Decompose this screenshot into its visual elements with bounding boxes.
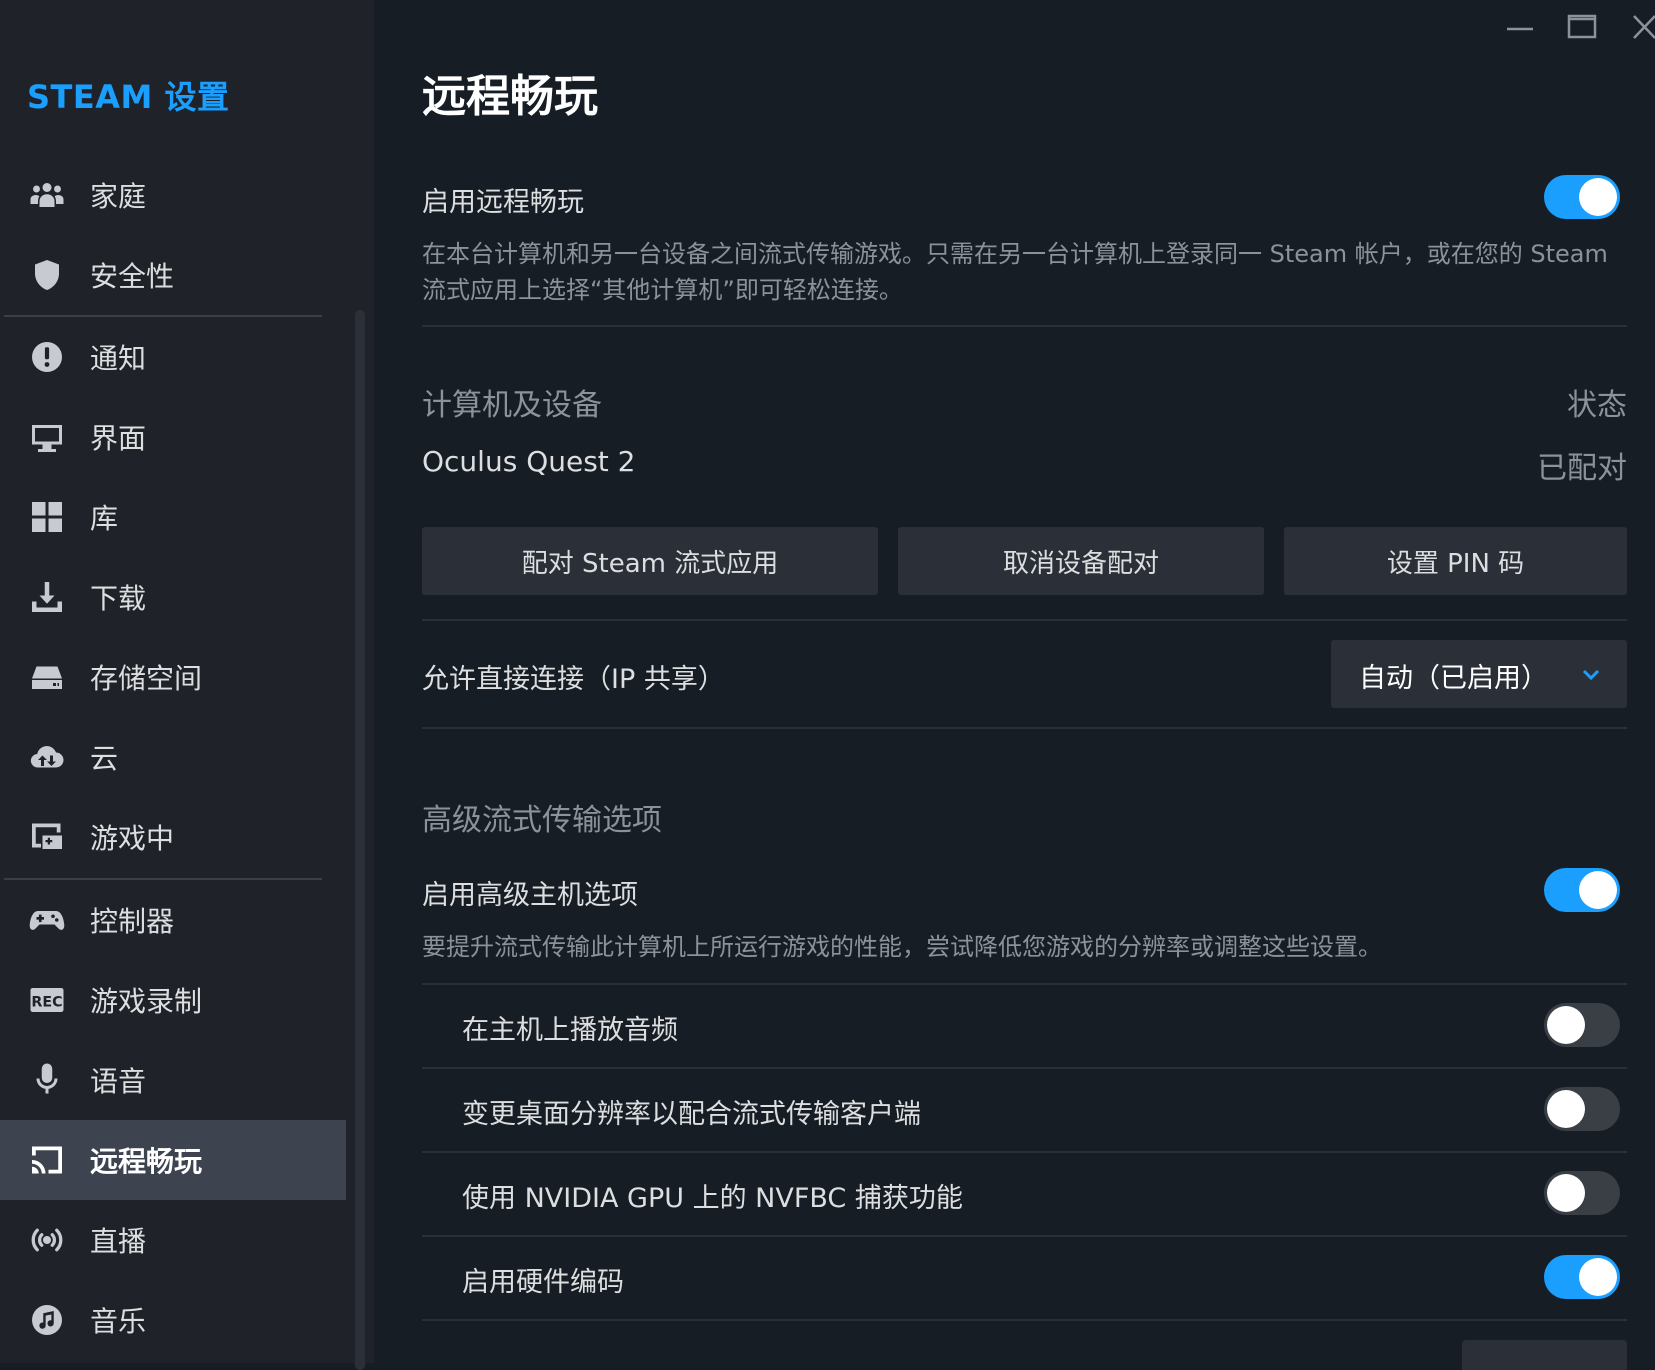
toggle-knob (1579, 871, 1617, 909)
direct-connect-label: 允许直接连接（IP 共享） (422, 664, 725, 695)
cloud-icon (27, 737, 67, 777)
sidebar-item-label: 云 (90, 742, 119, 775)
controller-icon (27, 900, 67, 940)
sidebar-item-label: 音乐 (90, 1305, 147, 1338)
advanced-host-options-toggle[interactable] (1544, 868, 1620, 912)
settings-sidebar: STEAM 设置 家庭 安全性 通知 界面 库 下载 存储空间 云 游戏中 控制… (0, 0, 374, 1370)
option-divider (422, 1319, 1627, 1321)
advanced-host-options-description: 要提升流式传输此计算机上所运行游戏的性能，尝试降低您游戏的分辨率或调整这些设置。 (422, 933, 1382, 961)
unpair-device-button[interactable]: 取消设备配对 (898, 527, 1264, 595)
partially-visible-dropdown[interactable] (1462, 1340, 1627, 1370)
option-divider (422, 983, 1627, 985)
in-game-icon (27, 817, 67, 857)
chevron-down-icon (1579, 662, 1603, 686)
family-icon (27, 175, 67, 215)
set-pin-button[interactable]: 设置 PIN 码 (1284, 527, 1627, 595)
rec-icon: REC (27, 980, 67, 1020)
sidebar-item-label: 下载 (90, 582, 147, 615)
library-grid-icon (27, 497, 67, 537)
toggle-knob (1547, 1174, 1585, 1212)
status-column-header: 状态 (1567, 388, 1627, 423)
play-audio-on-host-toggle[interactable] (1544, 1003, 1620, 1047)
device-name: Oculus Quest 2 (422, 445, 636, 478)
sidebar-item-security[interactable]: 安全性 (0, 235, 346, 315)
direct-connect-dropdown[interactable]: 自动（已启用） (1331, 640, 1627, 708)
sidebar-item-label: 游戏录制 (90, 985, 203, 1018)
monitor-icon (27, 417, 67, 457)
toggle-knob (1579, 1258, 1617, 1296)
sidebar-item-label: 控制器 (90, 905, 175, 938)
sidebar-item-label: 直播 (90, 1225, 147, 1258)
advanced-section-header: 高级流式传输选项 (422, 803, 662, 838)
hardware-encoding-label: 启用硬件编码 (462, 1267, 624, 1298)
toggle-knob (1547, 1090, 1585, 1128)
change-desktop-resolution-toggle[interactable] (1544, 1087, 1620, 1131)
toggle-knob (1547, 1006, 1585, 1044)
sidebar-scrollbar[interactable] (355, 310, 365, 1370)
sidebar-title: STEAM 设置 (27, 78, 230, 116)
sidebar-item-family[interactable]: 家庭 (0, 155, 346, 235)
change-desktop-resolution-label: 变更桌面分辨率以配合流式传输客户端 (462, 1099, 921, 1130)
enable-remote-play-description: 在本台计算机和另一台设备之间流式传输游戏。只需在另一台计算机上登录同一 Stea… (422, 240, 1608, 304)
sidebar-item-game-recording[interactable]: REC 游戏录制 (0, 960, 346, 1040)
sidebar-item-label: 语音 (90, 1065, 147, 1098)
enable-remote-play-toggle[interactable] (1544, 175, 1620, 219)
hardware-encoding-toggle[interactable] (1544, 1255, 1620, 1299)
toggle-knob (1579, 178, 1617, 216)
sidebar-item-voice[interactable]: 语音 (0, 1040, 346, 1120)
dropdown-value: 自动（已启用） (1359, 663, 1548, 694)
music-icon (27, 1300, 67, 1340)
sidebar-item-label: 存储空间 (90, 662, 203, 695)
nvfbc-capture-label: 使用 NVIDIA GPU 上的 NVFBC 捕获功能 (462, 1183, 963, 1214)
broadcast-icon (27, 1220, 67, 1260)
sidebar-item-broadcast[interactable]: 直播 (0, 1200, 346, 1280)
sidebar-item-label: 游戏中 (90, 822, 175, 855)
sidebar-item-label: 通知 (90, 342, 147, 375)
sidebar-item-label: 远程畅玩 (90, 1145, 203, 1178)
option-divider (422, 1067, 1627, 1069)
sidebar-item-label: 界面 (90, 422, 147, 455)
sidebar-item-label: 库 (90, 502, 119, 535)
enable-remote-play-label: 启用远程畅玩 (422, 187, 584, 218)
device-status: 已配对 (1537, 451, 1627, 486)
shield-icon (27, 255, 67, 295)
storage-drive-icon (27, 657, 67, 697)
remote-play-settings: 远程畅玩 启用远程畅玩 在本台计算机和另一台设备之间流式传输游戏。只需在另一台计… (422, 0, 1627, 1370)
section-divider (422, 619, 1627, 621)
sidebar-item-remote-play[interactable]: 远程畅玩 (0, 1120, 346, 1200)
sidebar-item-label: 安全性 (90, 260, 175, 293)
microphone-icon (27, 1060, 67, 1100)
sidebar-item-interface[interactable]: 界面 (0, 397, 346, 477)
option-divider (422, 1151, 1627, 1153)
sidebar-item-cloud[interactable]: 云 (0, 717, 346, 797)
devices-section-header: 计算机及设备 (422, 388, 602, 423)
sidebar-item-label: 家庭 (90, 180, 147, 213)
remote-play-icon (27, 1140, 67, 1180)
sidebar-item-music[interactable]: 音乐 (0, 1280, 346, 1360)
sidebar-item-library[interactable]: 库 (0, 477, 346, 557)
sidebar-item-controller[interactable]: 控制器 (0, 880, 346, 960)
nvfbc-capture-toggle[interactable] (1544, 1171, 1620, 1215)
sidebar-item-storage[interactable]: 存储空间 (0, 637, 346, 717)
section-divider (422, 727, 1627, 729)
page-title: 远程畅玩 (422, 71, 598, 122)
advanced-host-options-label: 启用高级主机选项 (422, 880, 638, 911)
sidebar-item-in-game[interactable]: 游戏中 (0, 797, 346, 877)
svg-text:REC: REC (31, 994, 62, 1010)
play-audio-on-host-label: 在主机上播放音频 (462, 1015, 678, 1046)
section-divider (422, 325, 1627, 327)
pair-steam-link-button[interactable]: 配对 Steam 流式应用 (422, 527, 878, 595)
sidebar-item-downloads[interactable]: 下载 (0, 557, 346, 637)
sidebar-item-notifications[interactable]: 通知 (0, 317, 346, 397)
download-icon (27, 577, 67, 617)
option-divider (422, 1235, 1627, 1237)
notification-icon (27, 337, 67, 377)
